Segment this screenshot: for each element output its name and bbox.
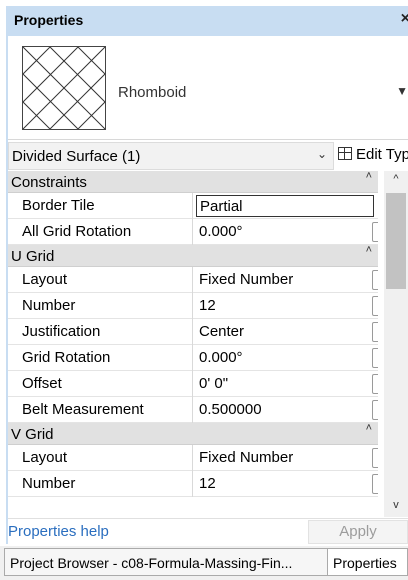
property-name: All Grid Rotation	[8, 219, 193, 245]
rhomboid-pattern-icon	[22, 46, 106, 130]
group-header[interactable]: Constraints ˄	[8, 171, 378, 193]
property-name: Grid Rotation	[8, 345, 193, 371]
associate-parameter-button[interactable]	[372, 348, 378, 368]
property-row: Number 12	[8, 293, 378, 319]
instance-selector-row: Divided Surface (1) ⌄ Edit Type	[8, 142, 408, 170]
properties-palette: Properties × Rhomboid ▼ Divided Surface …	[0, 0, 408, 580]
property-grid: Constraints ˄ Border Tile Partial All Grid R…	[8, 171, 378, 517]
property-name: Number	[8, 471, 193, 497]
property-value-field[interactable]: 0.000°	[196, 221, 374, 243]
instance-filter-label: Divided Surface (1)	[12, 148, 141, 165]
property-row: Offset 0' 0"	[8, 371, 378, 397]
property-row: Justification Center	[8, 319, 378, 345]
property-value-field[interactable]: 0' 0"	[196, 373, 374, 395]
properties-help-link[interactable]: Properties help	[8, 523, 109, 540]
scrollbar-thumb[interactable]	[386, 193, 406, 289]
property-value-field[interactable]: 12	[196, 295, 374, 317]
property-row: Layout Fixed Number	[8, 445, 378, 471]
type-name: Rhomboid	[118, 84, 187, 101]
type-dropdown-icon[interactable]: ▼	[396, 84, 408, 98]
edit-type-icon	[338, 147, 352, 160]
group-header[interactable]: V Grid ˄	[8, 422, 378, 445]
property-name: Border Tile	[8, 193, 193, 219]
apply-button[interactable]: Apply	[308, 520, 408, 544]
palette-title: Properties	[14, 12, 84, 28]
property-name: Justification	[8, 319, 193, 345]
group-header[interactable]: U Grid ˄	[8, 244, 378, 267]
bottom-bar: Properties help Apply	[8, 518, 408, 544]
edit-type-button[interactable]: Edit Type	[338, 146, 408, 163]
property-name: Layout	[8, 267, 193, 293]
property-value-field[interactable]: Fixed Number	[196, 269, 374, 291]
tab-project-browser[interactable]: Project Browser - c08-Formula-Massing-Fi…	[4, 548, 328, 576]
title-bar[interactable]: Properties ×	[6, 6, 408, 36]
property-name: Number	[8, 293, 193, 319]
associate-parameter-button[interactable]	[372, 270, 378, 290]
instance-filter-dropdown[interactable]: Divided Surface (1) ⌄	[8, 142, 334, 170]
property-name: Layout	[8, 445, 193, 471]
scroll-up-arrow-icon[interactable]: ^	[384, 171, 408, 191]
rhomboid-pattern-thumbnail	[22, 46, 106, 130]
property-value-field[interactable]: Center	[196, 321, 374, 343]
property-name: Belt Measurement	[8, 397, 193, 423]
property-row: Belt Measurement 0.500000	[8, 397, 378, 423]
property-row: Border Tile Partial	[8, 193, 378, 219]
collapse-icon[interactable]: ˄	[366, 244, 372, 256]
collapse-icon[interactable]: ˄	[366, 422, 372, 434]
associate-parameter-button[interactable]	[372, 448, 378, 468]
property-name: Offset	[8, 371, 193, 397]
property-row: Grid Rotation 0.000°	[8, 345, 378, 371]
property-row: All Grid Rotation 0.000°	[8, 219, 378, 245]
property-row: Number 12	[8, 471, 378, 497]
property-value-field[interactable]: 12	[196, 473, 374, 495]
palette-tabs: Project Browser - c08-Formula-Massing-Fi…	[0, 546, 408, 580]
property-value-field[interactable]: 0.000°	[196, 347, 374, 369]
close-icon[interactable]: ×	[401, 10, 408, 28]
chevron-down-icon: ⌄	[316, 147, 327, 161]
property-row: Layout Fixed Number	[8, 267, 378, 293]
associate-parameter-button[interactable]	[372, 296, 378, 316]
scroll-down-arrow-icon[interactable]: v	[384, 495, 408, 517]
associate-parameter-button[interactable]	[372, 400, 378, 420]
type-selector[interactable]: Rhomboid ▼	[8, 36, 408, 140]
associate-parameter-button[interactable]	[372, 222, 378, 242]
associate-parameter-button[interactable]	[372, 322, 378, 342]
tab-properties[interactable]: Properties	[328, 548, 408, 576]
property-grid-scrollbar[interactable]: ^ v	[384, 171, 408, 517]
property-value-field[interactable]: 0.500000	[196, 399, 374, 421]
edit-type-label: Edit Type	[356, 146, 408, 163]
property-value-field[interactable]: Fixed Number	[196, 447, 374, 469]
group-label: V Grid	[11, 426, 54, 443]
group-label: Constraints	[11, 174, 87, 191]
group-label: U Grid	[11, 248, 55, 265]
associate-parameter-button[interactable]	[372, 474, 378, 494]
property-value-field[interactable]: Partial	[196, 195, 374, 217]
collapse-icon[interactable]: ˄	[366, 171, 372, 182]
associate-parameter-button[interactable]	[372, 374, 378, 394]
